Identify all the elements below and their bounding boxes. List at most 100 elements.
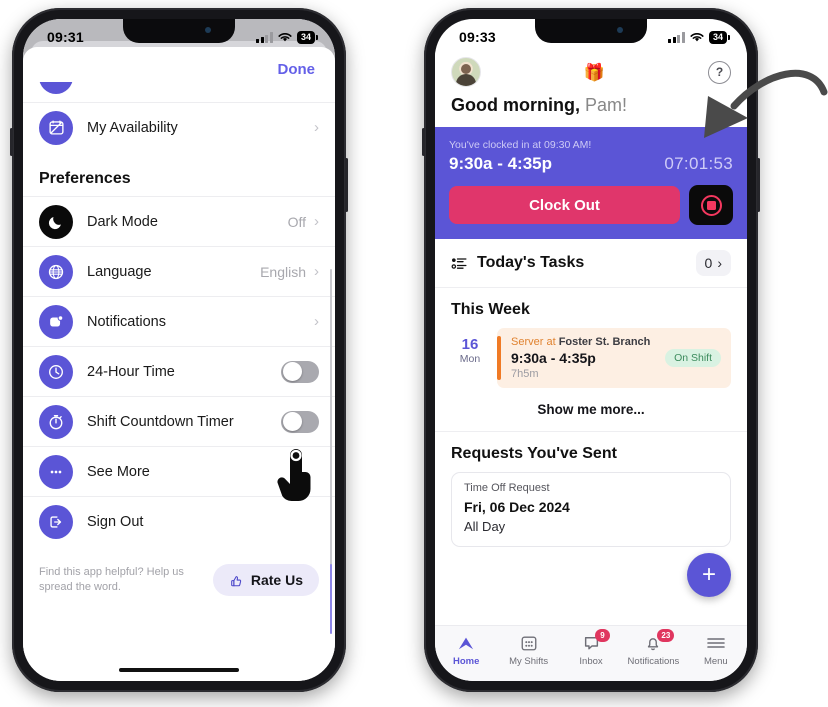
- chevron-right-icon: ›: [314, 263, 319, 280]
- wifi-icon: [278, 32, 292, 41]
- tab-menu[interactable]: Menu: [685, 633, 747, 667]
- settings-row-value: Off: [287, 213, 306, 230]
- settings-row-label: Dark Mode: [87, 213, 158, 230]
- rate-us-section: Find this app helpful? Help us spread th…: [23, 546, 335, 596]
- preferences-section-title: Preferences: [39, 170, 131, 187]
- greeting: Good morning, Pam!: [451, 91, 731, 127]
- tasks-title: Today's Tasks: [477, 254, 585, 271]
- tab-label: My Shifts: [509, 656, 549, 667]
- stop-record-icon[interactable]: [689, 185, 733, 225]
- countdown-timer: 07:01:53: [664, 154, 733, 173]
- wifi-icon: [690, 32, 704, 41]
- bell-icon: [622, 633, 684, 653]
- battery-indicator: 34: [296, 30, 319, 44]
- tab-label: Notifications: [627, 656, 680, 667]
- tasks-count-pill[interactable]: 0 ›: [695, 250, 731, 276]
- chevron-right-icon: ›: [717, 255, 722, 271]
- chat-bubble-icon: [560, 633, 622, 653]
- request-span: All Day: [464, 519, 506, 534]
- tab-my-shifts[interactable]: My Shifts: [497, 633, 559, 667]
- ellipsis-icon: [39, 454, 73, 489]
- tasks-count: 0: [704, 255, 713, 271]
- status-indicators: 34: [668, 30, 731, 44]
- tab-inbox[interactable]: 9 Inbox: [560, 629, 622, 667]
- tab-label: Inbox: [579, 656, 603, 667]
- settings-row-24-hour-time[interactable]: 24-Hour Time: [23, 346, 335, 396]
- moon-icon: [39, 204, 73, 239]
- clock-in-subtitle: You've clocked in at 09:30 AM!: [449, 139, 592, 151]
- sheet-header: Done: [23, 47, 335, 82]
- partial-icon: [39, 82, 73, 94]
- screenshot-stage: 09:31 34 Done My Availability › Preferen…: [0, 0, 828, 707]
- request-date: Fri, 06 Dec 2024: [464, 499, 570, 515]
- add-button[interactable]: +: [687, 553, 731, 597]
- shift-day-number: 16: [461, 336, 479, 353]
- avatar-body: [456, 74, 476, 86]
- hamburger-menu-icon: [685, 633, 747, 653]
- shift-row[interactable]: 16 Mon Server at Foster St. Branch 9:30a…: [435, 328, 747, 388]
- settings-row-dark-mode[interactable]: Dark Mode Off ›: [23, 196, 335, 246]
- rate-us-label: Rate Us: [250, 572, 303, 588]
- status-time: 09:33: [459, 29, 496, 45]
- help-icon[interactable]: ?: [707, 60, 731, 84]
- status-bar-left: 09:31 34: [23, 19, 335, 51]
- chevron-right-icon: ›: [314, 213, 319, 230]
- tab-home[interactable]: Home: [435, 633, 497, 667]
- greeting-name: Pam!: [579, 95, 627, 115]
- record-ring: [700, 194, 722, 216]
- shift-card[interactable]: Server at Foster St. Branch 9:30a - 4:35…: [497, 328, 731, 388]
- cellular-signal-icon: [256, 31, 273, 43]
- status-badge: On Shift: [665, 349, 721, 367]
- request-card[interactable]: Time Off Request Fri, 06 Dec 2024 All Da…: [451, 472, 731, 547]
- chevron-right-icon: ›: [314, 313, 319, 330]
- scrollbar-track[interactable]: [329, 269, 332, 599]
- gift-icon[interactable]: 🎁: [584, 64, 605, 81]
- shift-duration: 7h5m: [511, 368, 539, 380]
- scrollbar-thumb[interactable]: [329, 564, 332, 634]
- settings-row-label: My Availability: [87, 119, 178, 136]
- header-row: 🎁 ?: [451, 53, 731, 91]
- pointing-hand-cursor: [277, 449, 311, 501]
- shift-time-range: 9:30a - 4:35p: [511, 350, 596, 366]
- tab-notifications[interactable]: 23 Notifications: [622, 629, 684, 667]
- settings-row-shift-countdown-timer[interactable]: Shift Countdown Timer: [23, 396, 335, 446]
- clock-out-button[interactable]: Clock Out: [449, 186, 680, 224]
- clock-in-times: 9:30a - 4:35p 07:01:53: [449, 154, 733, 174]
- todays-tasks-row[interactable]: Today's Tasks 0 ›: [435, 239, 747, 288]
- done-button[interactable]: Done: [278, 61, 316, 78]
- settings-row-label: Shift Countdown Timer: [87, 413, 234, 430]
- greeting-salutation: Good morning,: [451, 95, 580, 115]
- battery-indicator: 34: [708, 30, 731, 44]
- inbox-badge: 9: [595, 629, 611, 642]
- toggle-shift-countdown-timer[interactable]: [281, 410, 319, 433]
- shift-role: Server: [511, 336, 544, 348]
- settings-row-notifications[interactable]: Notifications ›: [23, 296, 335, 346]
- status-time: 09:31: [47, 29, 84, 45]
- phone-device-left: 09:31 34 Done My Availability › Preferen…: [10, 8, 348, 692]
- tab-label: Menu: [703, 656, 728, 667]
- settings-sheet: Done My Availability › Preferences Dark …: [23, 47, 335, 681]
- shift-at: at: [543, 336, 559, 348]
- tab-label: Home: [453, 656, 480, 667]
- avatar[interactable]: [451, 57, 481, 87]
- status-indicators: 34: [256, 30, 319, 44]
- settings-row-label: Notifications: [87, 313, 166, 330]
- show-me-more-link[interactable]: Show me more...: [435, 388, 747, 432]
- settings-row-language[interactable]: Language English ›: [23, 246, 335, 296]
- partial-row-above: [23, 82, 335, 102]
- shift-role-line: Server at Foster St. Branch: [511, 336, 665, 348]
- home-header: 🎁 ? Good morning, Pam!: [435, 51, 747, 127]
- home-indicator: [119, 667, 239, 672]
- settings-row-label: Language: [87, 263, 152, 280]
- toggle-knob: [282, 362, 302, 381]
- shift-time: 9:30a - 4:35p: [449, 154, 552, 173]
- settings-row-value: English: [260, 263, 306, 280]
- settings-row-label: 24-Hour Time: [87, 363, 175, 380]
- settings-row-my-availability[interactable]: My Availability ›: [23, 102, 335, 152]
- tasks-left: Today's Tasks: [451, 254, 584, 272]
- clock-in-card: You've clocked in at 09:30 AM! 9:30a - 4…: [435, 127, 747, 239]
- rate-us-button[interactable]: Rate Us: [212, 564, 319, 596]
- shift-details: Server at Foster St. Branch 9:30a - 4:35…: [511, 336, 665, 380]
- thumbs-up-icon: [231, 575, 242, 586]
- toggle-24-hour-time[interactable]: [281, 360, 319, 383]
